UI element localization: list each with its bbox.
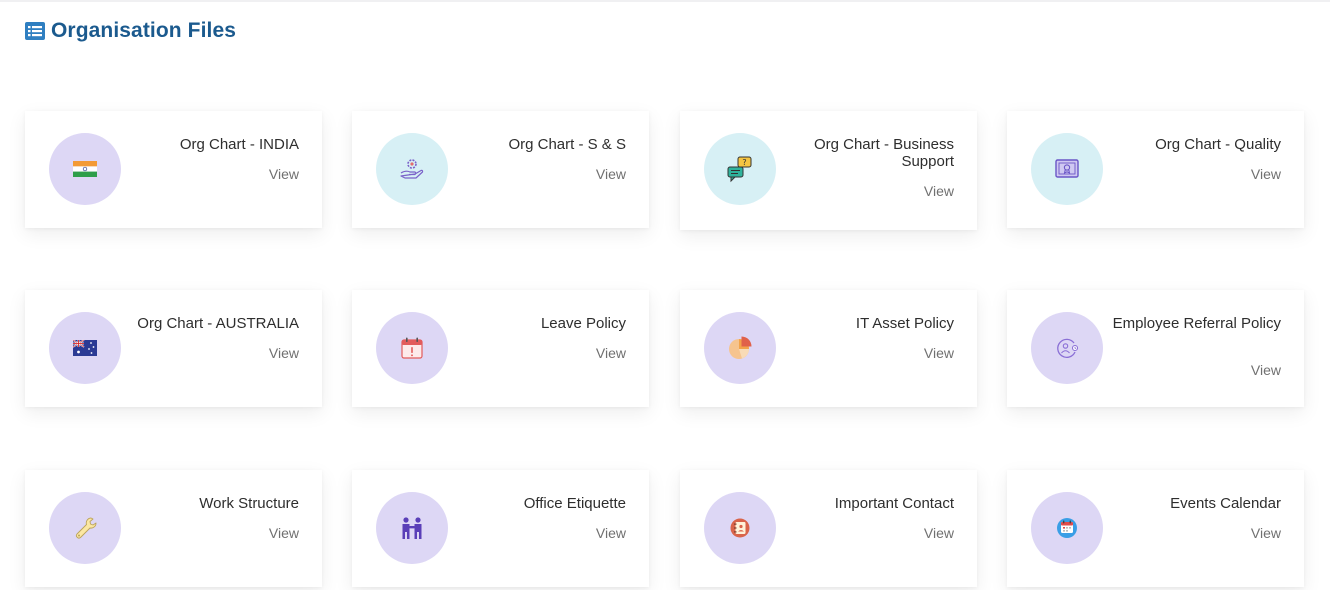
card-title: Important Contact — [834, 495, 954, 512]
view-link[interactable]: View — [924, 345, 954, 361]
icon-circle — [376, 492, 448, 564]
card-title: Leave Policy — [540, 315, 626, 332]
card-title: Employee Referral Policy — [1112, 315, 1281, 332]
view-link[interactable]: View — [1251, 362, 1281, 378]
calendar-alert-icon — [401, 337, 423, 359]
certificate-icon — [1055, 159, 1079, 178]
card-title: Work Structure — [199, 495, 299, 512]
card-title: Org Chart - Quality — [1155, 136, 1281, 153]
icon-circle — [49, 133, 121, 205]
icon-circle — [1031, 312, 1103, 384]
icon-circle — [704, 312, 776, 384]
view-link[interactable]: View — [1251, 525, 1281, 541]
card-title: Org Chart - Business Support — [813, 136, 954, 170]
view-link[interactable]: View — [269, 525, 299, 541]
care-gear-hand-icon — [400, 159, 424, 179]
icon-circle — [376, 133, 448, 205]
view-link[interactable]: View — [1251, 166, 1281, 182]
card-title: Org Chart - AUSTRALIA — [137, 315, 299, 332]
wrench-icon — [75, 517, 97, 539]
top-divider — [0, 0, 1330, 2]
australia-flag-icon — [72, 339, 97, 356]
page-header: Organisation Files — [25, 19, 236, 43]
file-card-leave-policy[interactable]: Leave Policy View — [352, 290, 649, 407]
card-title: Office Etiquette — [523, 495, 626, 512]
contact-book-icon — [730, 518, 750, 538]
file-card-it-asset-policy[interactable]: IT Asset Policy View — [680, 290, 977, 407]
view-link[interactable]: View — [596, 525, 626, 541]
file-card-work-structure[interactable]: Work Structure View — [25, 470, 322, 587]
card-title: IT Asset Policy — [855, 315, 954, 332]
file-card-office-etiquette[interactable]: Office Etiquette View — [352, 470, 649, 587]
view-link[interactable]: View — [269, 345, 299, 361]
file-card-employee-referral-policy[interactable]: Employee Referral Policy View — [1007, 290, 1304, 407]
view-link[interactable]: View — [269, 166, 299, 182]
referral-clock-icon — [1057, 338, 1079, 358]
view-link[interactable]: View — [924, 183, 954, 199]
icon-circle — [49, 312, 121, 384]
icon-circle — [1031, 133, 1103, 205]
pie-chart-icon — [729, 336, 752, 359]
icon-circle — [376, 312, 448, 384]
icon-circle — [49, 492, 121, 564]
chat-question-icon: ? — [727, 156, 752, 183]
view-link[interactable]: View — [924, 525, 954, 541]
file-card-events-calendar[interactable]: Events Calendar View — [1007, 470, 1304, 587]
icon-circle: ? — [704, 133, 776, 205]
file-card-important-contact[interactable]: Important Contact View — [680, 470, 977, 587]
view-link[interactable]: View — [596, 345, 626, 361]
icon-circle — [704, 492, 776, 564]
view-link[interactable]: View — [596, 166, 626, 182]
card-title: Org Chart - S & S — [508, 136, 626, 153]
file-card-org-chart-australia[interactable]: Org Chart - AUSTRALIA View — [25, 290, 322, 407]
card-title: Org Chart - INDIA — [179, 136, 299, 153]
icon-circle — [1031, 492, 1103, 564]
svg-text:?: ? — [742, 158, 746, 167]
file-card-org-chart-s-and-s[interactable]: Org Chart - S & S View — [352, 111, 649, 228]
file-card-org-chart-business-support[interactable]: ? Org Chart - Business Support View — [680, 111, 977, 230]
card-title: Events Calendar — [1170, 495, 1281, 512]
handshake-people-icon — [402, 517, 422, 539]
page-title: Organisation Files — [51, 19, 237, 42]
file-card-org-chart-india[interactable]: Org Chart - INDIA View — [25, 111, 322, 228]
calendar-icon — [1057, 518, 1077, 538]
india-flag-icon — [73, 161, 97, 177]
file-card-org-chart-quality[interactable]: Org Chart - Quality View — [1007, 111, 1304, 228]
list-icon — [25, 22, 45, 40]
